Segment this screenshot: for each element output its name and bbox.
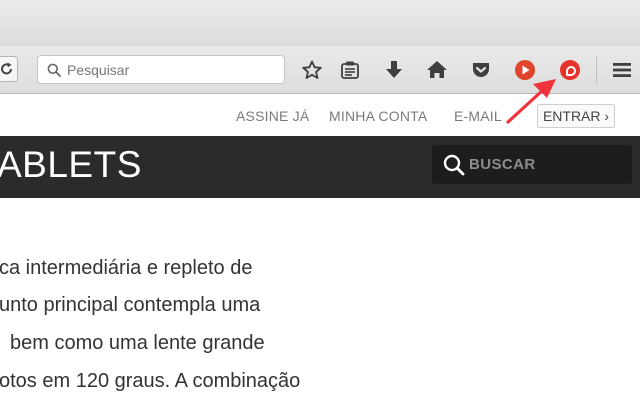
annotation-arrow-icon: [506, 79, 556, 124]
